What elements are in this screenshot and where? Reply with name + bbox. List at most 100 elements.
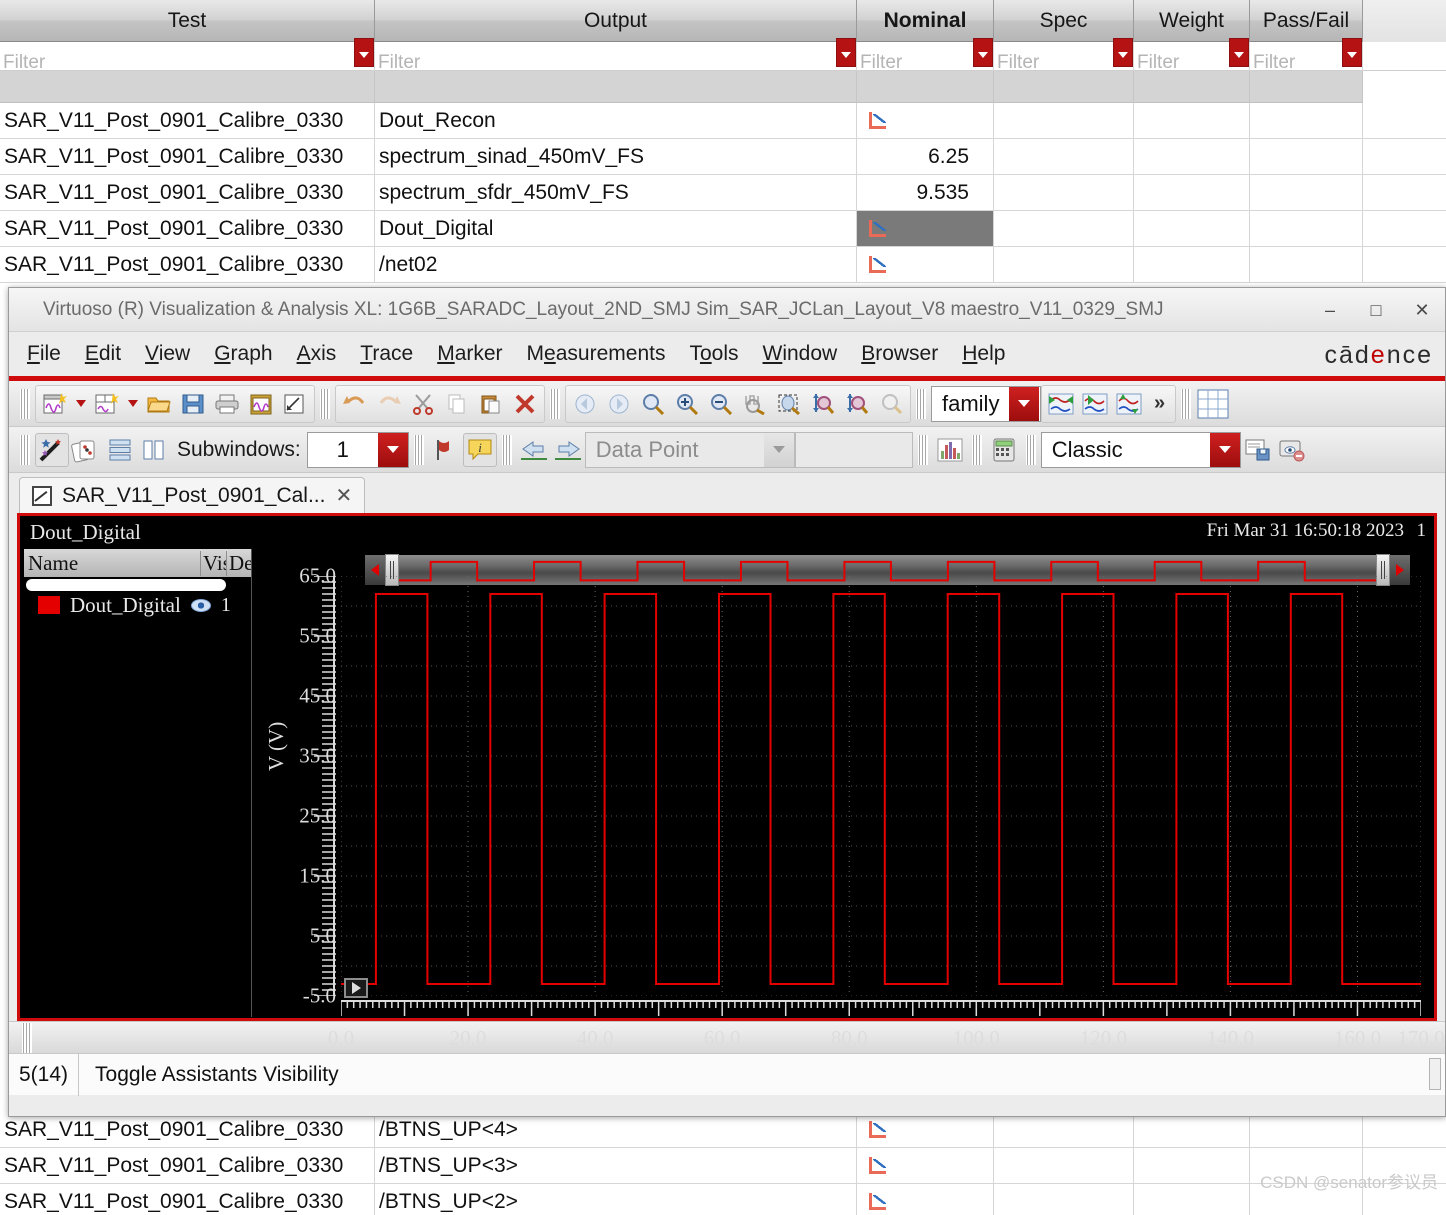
- toolbar-grip[interactable]: [971, 434, 982, 465]
- prev-arrow-icon[interactable]: [517, 433, 551, 467]
- datapoint-combo-dropdown-icon[interactable]: [763, 432, 794, 467]
- redo-icon[interactable]: [372, 387, 406, 421]
- close-icon[interactable]: ✕: [1409, 297, 1435, 323]
- flag-icon[interactable]: [429, 433, 463, 467]
- filter-cell-output[interactable]: Filter: [375, 38, 857, 73]
- toolbar-grip[interactable]: [413, 434, 424, 465]
- filter-cell-spec[interactable]: Filter: [994, 38, 1134, 73]
- table-row[interactable]: SAR_V11_Post_0901_Calibre_0330 spectrum_…: [0, 175, 1446, 211]
- zoom-in-icon[interactable]: [670, 387, 704, 421]
- cut-icon[interactable]: [406, 387, 440, 421]
- split-all-icon[interactable]: [1044, 387, 1078, 421]
- toolbar-grip[interactable]: [1025, 434, 1036, 465]
- filter-cell-nominal[interactable]: Filter: [857, 38, 994, 73]
- column-header-weight[interactable]: Weight: [1134, 0, 1250, 42]
- column-header-spec[interactable]: Spec: [994, 0, 1134, 42]
- zoom-fit-icon[interactable]: [636, 387, 670, 421]
- tab-sar-v11-post[interactable]: SAR_V11_Post_0901_Cal... ✕: [19, 477, 366, 513]
- histogram-icon[interactable]: [933, 433, 967, 467]
- play-button[interactable]: [344, 978, 368, 998]
- toolbar-overflow-icon[interactable]: »: [1146, 392, 1173, 415]
- filter-cell-test[interactable]: Filter: [0, 38, 375, 73]
- cell-nominal[interactable]: [857, 103, 994, 138]
- menu-tools[interactable]: Tools: [689, 342, 738, 366]
- copy-waveform-icon[interactable]: [244, 387, 278, 421]
- toolbar-grip[interactable]: [917, 434, 928, 465]
- toolbar-grip[interactable]: [501, 434, 512, 465]
- split-vertical-icon[interactable]: [1112, 387, 1146, 421]
- eye-icon[interactable]: [190, 598, 211, 612]
- legend-header-de[interactable]: De: [227, 551, 251, 576]
- new-subwindow-dropdown-icon[interactable]: [128, 400, 138, 407]
- hide-style-icon[interactable]: [1275, 433, 1309, 467]
- menu-trace[interactable]: Trace: [360, 342, 413, 366]
- cell-nominal[interactable]: [857, 1184, 994, 1215]
- legend-header-name[interactable]: Name: [24, 550, 201, 576]
- bottom-grip[interactable]: [22, 1022, 32, 1053]
- zoom-horizontal-icon[interactable]: [840, 387, 874, 421]
- table-row[interactable]: SAR_V11_Post_0901_Calibre_0330 /BTNS_UP<…: [0, 1148, 1446, 1184]
- cell-nominal[interactable]: [857, 1148, 994, 1183]
- toolbar-grip[interactable]: [916, 388, 926, 419]
- waveform-plot-icon[interactable]: [867, 1156, 887, 1176]
- zoom-area-icon[interactable]: [772, 387, 806, 421]
- table-row[interactable]: SAR_V11_Post_0901_Calibre_0330 /BTNS_UP<…: [0, 1184, 1446, 1215]
- style-combo-dropdown-icon[interactable]: [1209, 432, 1240, 467]
- menu-browser[interactable]: Browser: [861, 342, 938, 366]
- filter-dropdown-weight-icon[interactable]: [1229, 38, 1249, 67]
- family-combo-dropdown-icon[interactable]: [1009, 386, 1040, 421]
- zoom-waveform-icon[interactable]: [738, 387, 772, 421]
- info-icon[interactable]: i: [462, 432, 497, 467]
- waveform-plot-icon[interactable]: [867, 255, 887, 275]
- cell-nominal-selected[interactable]: [857, 211, 994, 246]
- zoom-vertical-icon[interactable]: [806, 387, 840, 421]
- table-row[interactable]: SAR_V11_Post_0901_Calibre_0330 Dout_Reco…: [0, 103, 1446, 139]
- family-combo[interactable]: family: [931, 385, 1041, 422]
- menu-graph[interactable]: Graph: [214, 342, 272, 366]
- table-row[interactable]: SAR_V11_Post_0901_Calibre_0330 spectrum_…: [0, 139, 1446, 175]
- window-title-bar[interactable]: Virtuoso (R) Visualization & Analysis XL…: [9, 288, 1445, 332]
- next-arrow-icon[interactable]: [551, 433, 585, 467]
- minimize-icon[interactable]: –: [1317, 297, 1343, 323]
- table-row[interactable]: SAR_V11_Post_0901_Calibre_0330 /BTNS_UP<…: [0, 1112, 1446, 1148]
- save-icon[interactable]: [176, 387, 210, 421]
- menu-help[interactable]: Help: [962, 342, 1005, 366]
- column-header-test[interactable]: Test: [0, 0, 375, 42]
- new-waveform-dropdown-icon[interactable]: [76, 400, 86, 407]
- toolbar-grip[interactable]: [320, 388, 330, 419]
- menu-file[interactable]: File: [27, 342, 61, 366]
- column-header-passfail[interactable]: Pass/Fail: [1250, 0, 1363, 42]
- column-header-nominal[interactable]: Nominal: [857, 0, 994, 42]
- table-row[interactable]: SAR_V11_Post_0901_Calibre_0330 /net02: [0, 247, 1446, 283]
- delete-icon[interactable]: [508, 387, 542, 421]
- annotate-icon[interactable]: [278, 387, 312, 421]
- undo-icon[interactable]: [338, 387, 372, 421]
- menu-window[interactable]: Window: [763, 342, 838, 366]
- calculator-icon[interactable]: [987, 433, 1021, 467]
- legend-row[interactable]: Dout_Digital 1: [24, 591, 251, 619]
- waveform-plot-icon[interactable]: [867, 219, 887, 239]
- grid-icon[interactable]: [1196, 387, 1230, 421]
- legend-scroll-thumb[interactable]: [26, 579, 226, 591]
- toolbar-grip[interactable]: [20, 434, 30, 465]
- copy-icon[interactable]: [440, 387, 474, 421]
- zoom-out-icon[interactable]: [704, 387, 738, 421]
- subwindows-spinner[interactable]: 1: [306, 431, 409, 468]
- maximize-icon[interactable]: □: [1363, 297, 1389, 323]
- paste-icon[interactable]: [474, 387, 508, 421]
- waveform-plot-icon[interactable]: [867, 111, 887, 131]
- print-icon[interactable]: [210, 387, 244, 421]
- filter-dropdown-nominal-icon[interactable]: [973, 38, 993, 67]
- toolbar-grip[interactable]: [550, 388, 560, 419]
- menu-measurements[interactable]: Measurements: [527, 342, 666, 366]
- cards-icon[interactable]: [69, 433, 103, 467]
- save-style-icon[interactable]: [1241, 433, 1275, 467]
- cell-nominal[interactable]: [857, 1112, 994, 1147]
- columns-icon[interactable]: [137, 433, 171, 467]
- waveform-plot-icon[interactable]: [867, 1192, 887, 1212]
- filter-cell-weight[interactable]: Filter: [1134, 38, 1250, 73]
- status-resize-grip[interactable]: [1429, 1058, 1441, 1090]
- cell-nominal[interactable]: [857, 247, 994, 282]
- blank-combo[interactable]: [794, 431, 913, 468]
- datapoint-combo[interactable]: Data Point: [584, 431, 795, 468]
